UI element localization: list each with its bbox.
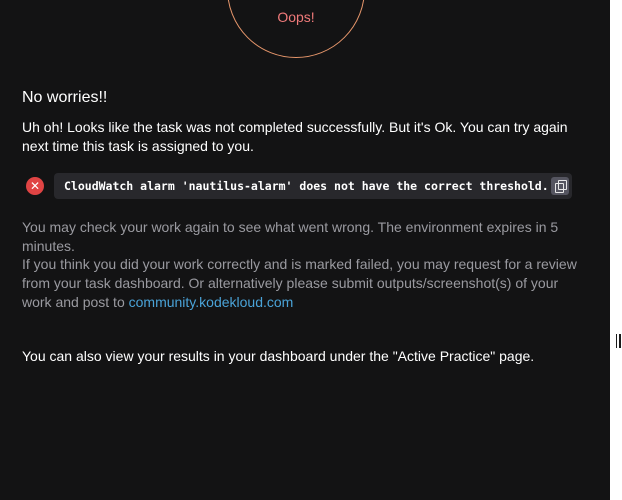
check-work-text: You may check your work again to see wha… <box>22 219 559 254</box>
error-row: ✕ CloudWatch alarm 'nautilus-alarm' does… <box>22 173 572 199</box>
close-icon: ✕ <box>26 177 44 195</box>
review-text: If you think you did your work correctly… <box>22 256 577 310</box>
dashboard-note: You can also view your results in your d… <box>22 348 535 364</box>
community-link[interactable]: community.kodekloud.com <box>129 294 294 310</box>
task-result-panel: Oops! No worries!! Uh oh! Looks like the… <box>0 0 610 500</box>
result-heading: No worries!! <box>22 89 108 106</box>
side-panel-edge <box>610 0 622 500</box>
copy-button[interactable] <box>551 177 569 195</box>
review-text-block: If you think you did your work correctly… <box>22 255 582 312</box>
result-ring: Oops! <box>227 0 365 58</box>
oops-label: Oops! <box>277 9 315 25</box>
error-message: CloudWatch alarm 'nautilus-alarm' does n… <box>64 179 549 193</box>
resize-handle[interactable] <box>615 334 621 348</box>
error-message-box: CloudWatch alarm 'nautilus-alarm' does n… <box>54 173 572 199</box>
result-intro: Uh oh! Looks like the task was not compl… <box>22 119 568 154</box>
